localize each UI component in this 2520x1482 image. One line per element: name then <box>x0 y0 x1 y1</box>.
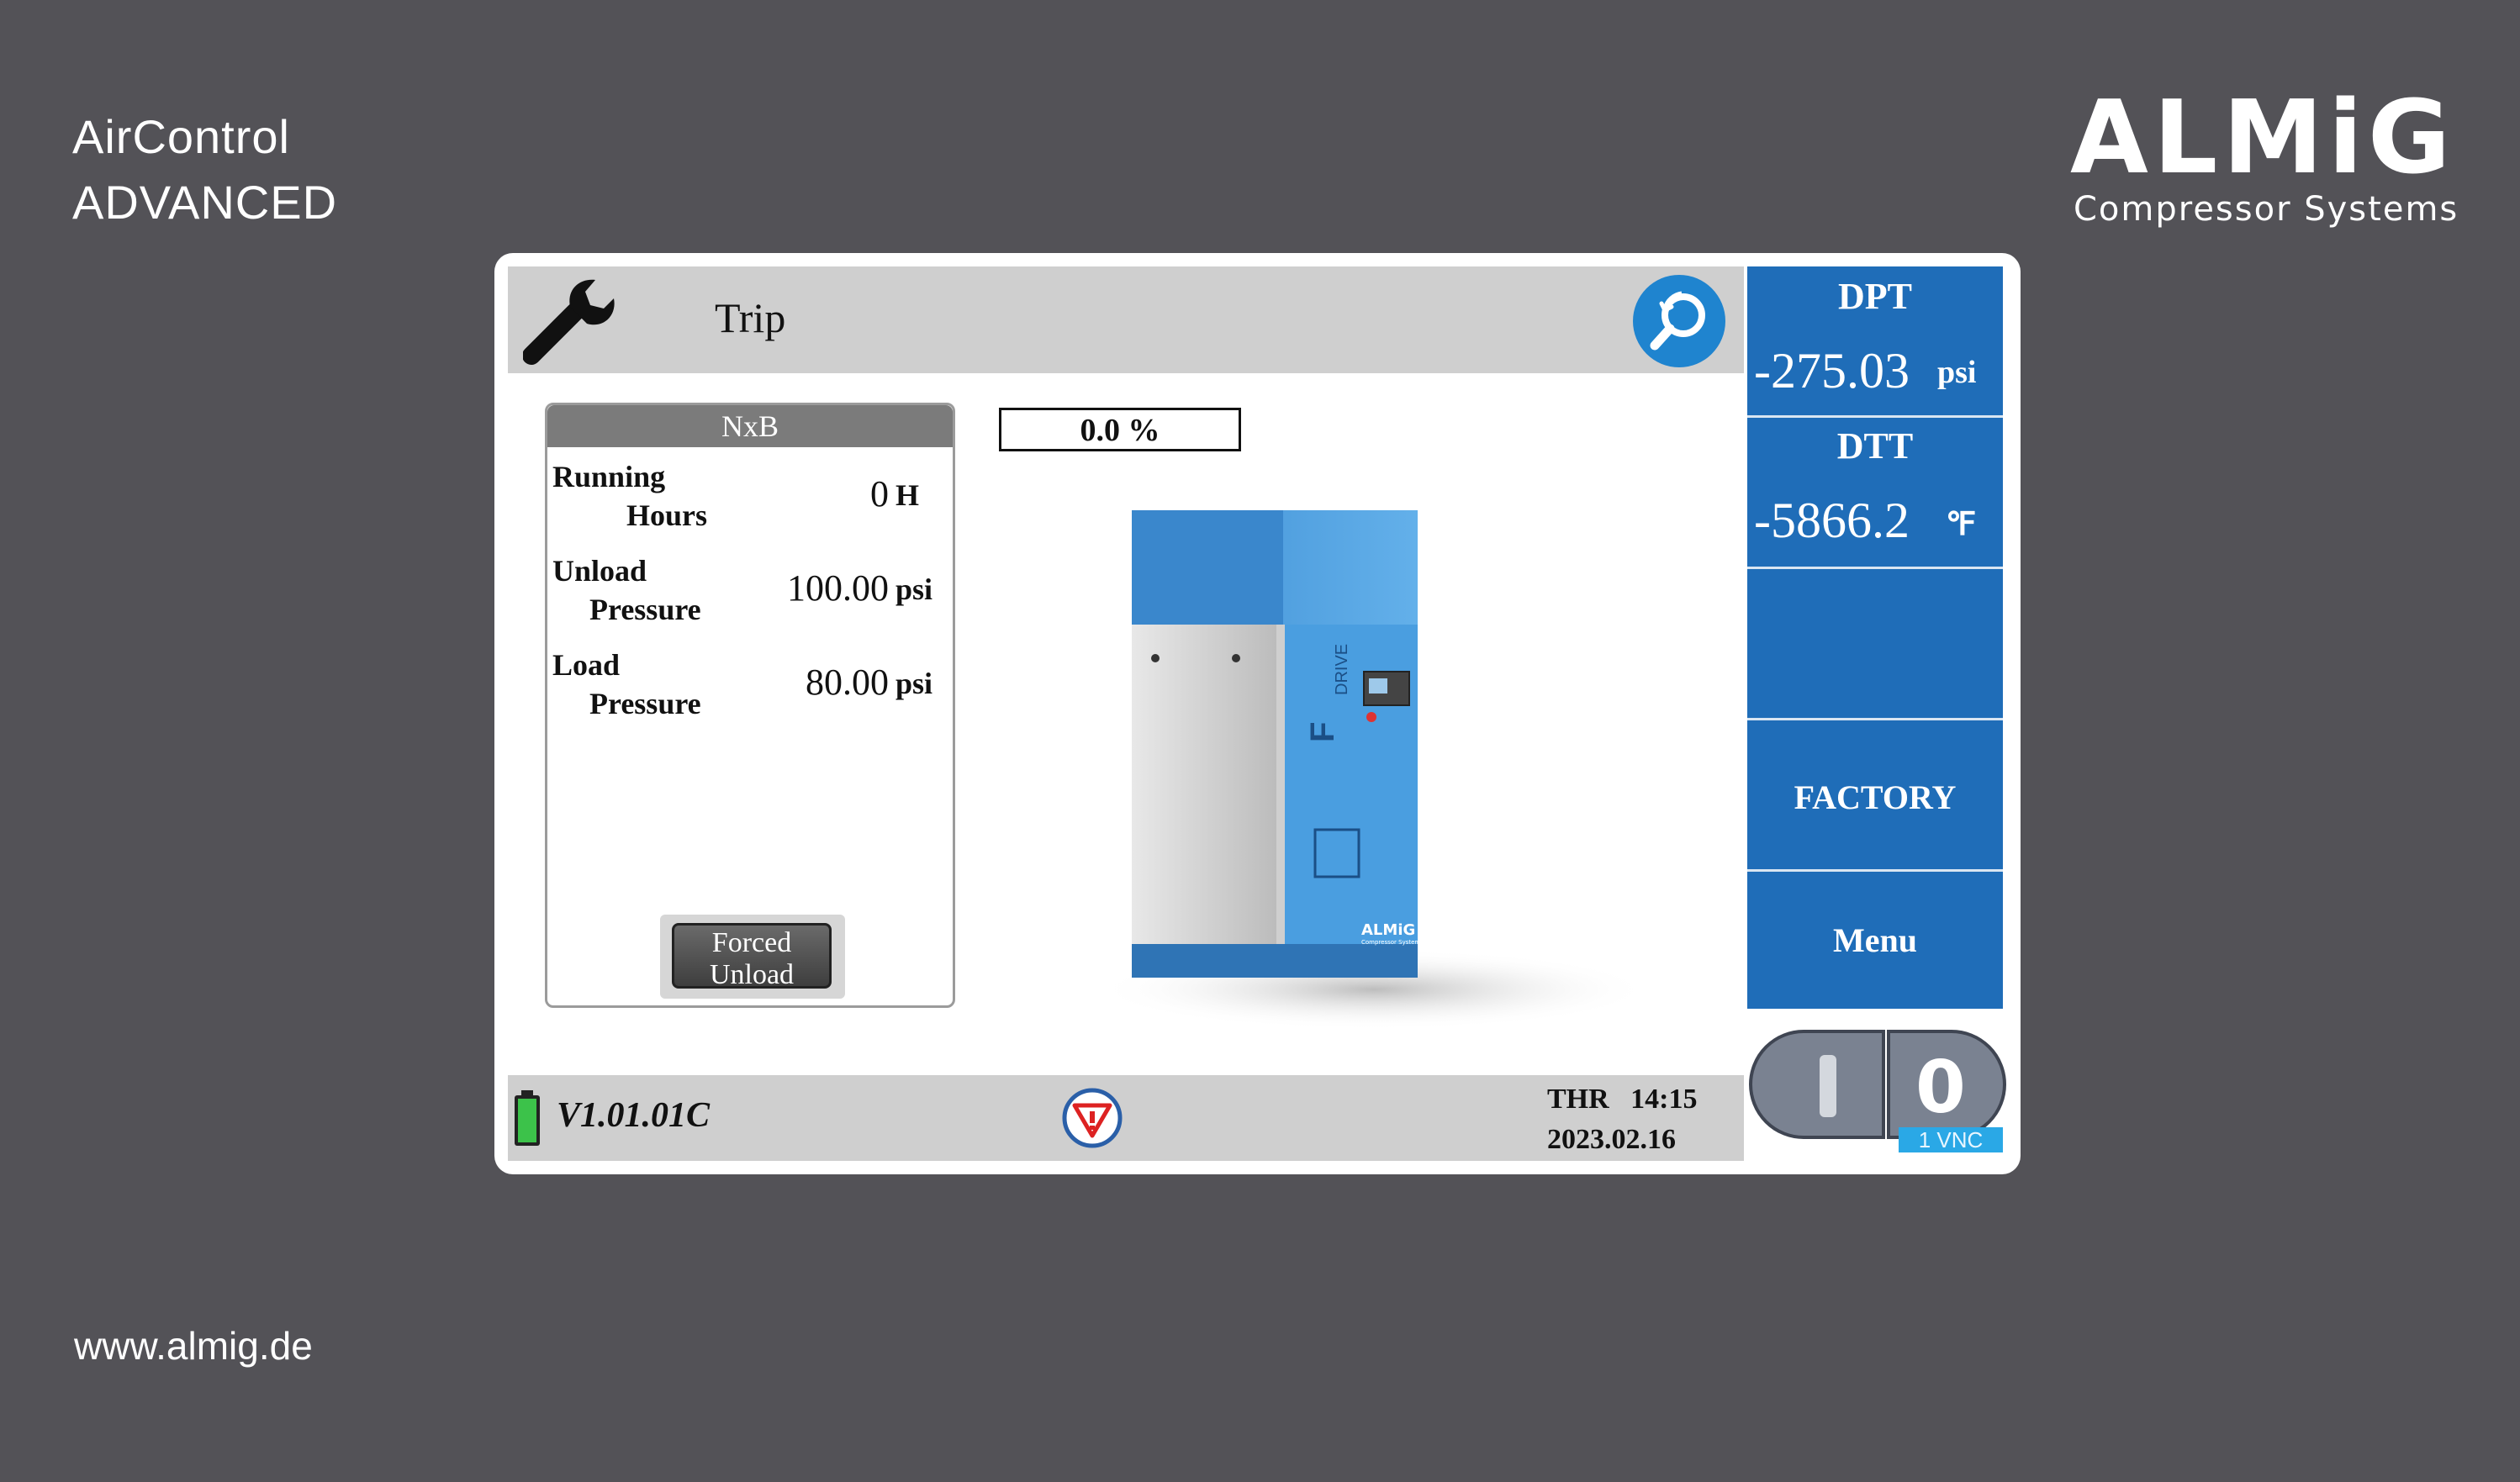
unload-pressure-value: 100.00 <box>787 567 889 609</box>
dtt-unit: ℉ <box>1946 507 1977 542</box>
vnc-badge: 1 VNC <box>1899 1127 2003 1152</box>
info-panel: NxB Running Hours 0 H Unload Pressure 10… <box>545 403 955 1008</box>
wrench-icon[interactable] <box>523 275 624 367</box>
battery-icon <box>515 1090 540 1146</box>
forced-unload-button[interactable]: Forced Unload <box>660 915 845 999</box>
info-title: NxB <box>547 405 953 447</box>
on-button[interactable] <box>1749 1030 1885 1139</box>
running-hours-label-1: Running <box>552 460 666 493</box>
running-hours-value: 0 <box>870 473 889 514</box>
unload-pressure-unit: psi <box>895 572 933 606</box>
off-symbol: 0 <box>1915 1046 1966 1130</box>
unload-pressure-label-2: Pressure <box>589 593 701 626</box>
off-button[interactable]: 0 <box>1887 1030 2006 1139</box>
factory-button[interactable]: FACTORY <box>1747 720 2003 872</box>
day-time: THR 14:15 <box>1547 1084 1698 1115</box>
dtt-cell[interactable]: DTT -5866.2 ℉ <box>1747 418 2003 569</box>
empty-cell[interactable] <box>1747 569 2003 720</box>
on-off-switch: 0 1 VNC <box>1746 1028 2006 1152</box>
emergency-stop <box>1366 712 1376 722</box>
brand-title-line1: AirControl <box>72 110 290 163</box>
almig-logo: ALMiG Compressor Systems <box>2070 84 2474 235</box>
status-bar: V1.01.01C THR 14:15 2023.02.16 <box>508 1075 1744 1161</box>
machine-brand-sub: Compressor Systems <box>1361 939 1424 946</box>
right-panel: DPT -275.03 psi DTT -5866.2 ℉ FACTORY Me… <box>1747 266 2003 1009</box>
hmi-screen: Trip NxB Running Hours 0 H Unload Pressu… <box>508 266 2006 1161</box>
drive-label: DRIVE <box>1333 644 1351 695</box>
dpt-unit: psi <box>1937 355 1977 390</box>
machine-brand: ALMiG <box>1361 921 1415 939</box>
dpt-value: -275.03 <box>1754 343 1910 398</box>
top-bar: Trip <box>508 266 1744 373</box>
compressor-image: F DRIVE ALMiG Compressor Systems <box>1096 510 1651 1030</box>
dtt-value: -5866.2 <box>1754 493 1910 548</box>
dpt-cell[interactable]: DPT -275.03 psi <box>1747 266 2003 418</box>
dtt-label: DTT <box>1836 425 1914 467</box>
menu-label: Menu <box>1833 921 1917 959</box>
running-hours-unit: H <box>895 478 920 512</box>
load-percent-display: 0.0 % <box>999 408 1241 451</box>
menu-button[interactable]: Menu <box>1747 872 2003 1009</box>
logo-subtitle: Compressor Systems <box>2074 190 2459 229</box>
forced-unload-line1: Forced <box>711 927 792 958</box>
controller-display <box>1369 678 1387 694</box>
front-latch-1 <box>1151 654 1160 662</box>
version-label: V1.01.01C <box>557 1096 711 1135</box>
forced-unload-line2: Unload <box>709 959 795 990</box>
front-latch-2 <box>1232 654 1240 662</box>
search-button[interactable] <box>1633 275 1725 367</box>
machine-side-stripe <box>1276 625 1285 944</box>
machine-front-panel <box>1132 625 1276 944</box>
dpt-label: DPT <box>1838 276 1912 317</box>
load-pressure-value: 80.00 <box>806 662 889 703</box>
load-pressure-label-1: Load <box>552 648 621 682</box>
drive-letter: F <box>1304 722 1341 742</box>
website-url[interactable]: www.almig.de <box>74 1323 313 1369</box>
warning-icon[interactable] <box>1061 1087 1123 1149</box>
brand-title-line2: ADVANCED <box>72 176 338 229</box>
forced-unload-face[interactable]: Forced Unload <box>672 923 832 990</box>
search-icon <box>1650 291 1705 351</box>
unload-pressure-label-1: Unload <box>552 554 647 588</box>
date-label: 2023.02.16 <box>1547 1124 1676 1155</box>
brand-title: AirControl ADVANCED <box>72 104 337 235</box>
machine-top-shade <box>1132 510 1283 625</box>
logo-word: ALMiG <box>2070 80 2456 197</box>
running-hours-label-2: Hours <box>626 498 708 532</box>
factory-label: FACTORY <box>1794 778 1957 816</box>
machine-base <box>1132 944 1418 978</box>
on-symbol <box>1820 1055 1836 1117</box>
page-title: Trip <box>715 294 786 341</box>
load-pressure-unit: psi <box>895 667 933 700</box>
load-pressure-label-2: Pressure <box>589 687 701 720</box>
